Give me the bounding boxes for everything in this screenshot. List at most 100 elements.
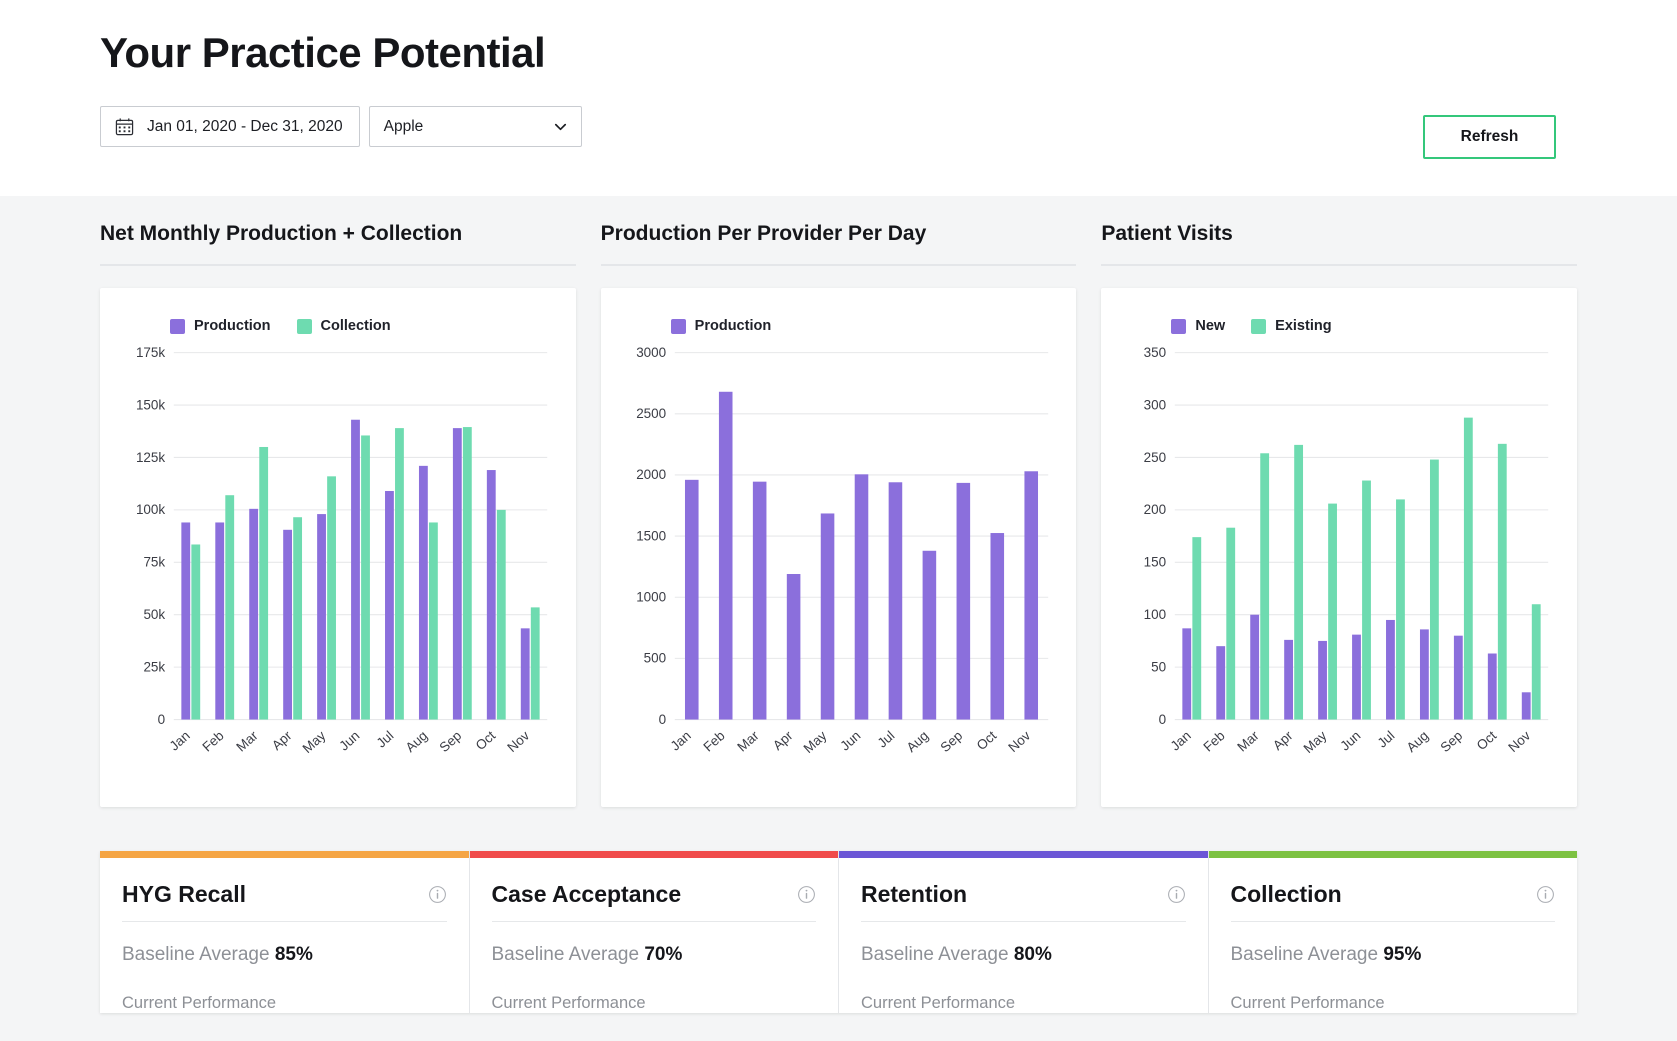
bar[interactable] [1454,636,1463,720]
info-icon[interactable] [428,885,447,904]
bar[interactable] [181,522,190,719]
bar[interactable] [1362,481,1371,720]
bar[interactable] [786,574,800,720]
kpi-current-label: Current Performance [492,994,817,1013]
bar[interactable] [1295,445,1304,720]
bar[interactable] [225,495,234,719]
bar[interactable] [463,427,472,719]
bar[interactable] [191,544,200,719]
chart-card: Production 050010001500200025003000JanFe… [601,288,1077,807]
x-axis-tick-label: Jun [336,728,362,754]
bar[interactable] [719,392,733,720]
legend-item[interactable]: New [1171,318,1225,334]
bar[interactable] [1352,635,1361,720]
bar[interactable] [1532,604,1541,719]
charts-row: Net Monthly Production + Collection Prod… [100,222,1577,807]
bar[interactable] [1498,444,1507,720]
bar[interactable] [1318,641,1327,720]
bar[interactable] [1183,628,1192,719]
x-axis-tick-label: Aug [903,728,931,755]
bar[interactable] [361,435,370,719]
x-axis-tick-label: Feb [700,728,727,755]
bar[interactable] [1464,418,1473,720]
bar[interactable] [956,483,970,720]
info-icon[interactable] [1167,885,1186,904]
bar[interactable] [888,482,902,719]
bar[interactable] [419,466,428,720]
legend-swatch-icon [1171,319,1186,334]
y-axis-tick-label: 50k [143,607,165,622]
chevron-down-icon [553,119,568,134]
kpi-row: HYG RecallBaseline Average 85%Current Pe… [100,851,1577,1013]
bar[interactable] [327,476,336,719]
x-axis-tick-label: Jan [1168,728,1194,754]
charts-region: Net Monthly Production + Collection Prod… [0,222,1677,807]
bar[interactable] [1396,499,1405,719]
bar[interactable] [753,482,767,720]
x-axis-tick-label: Jan [667,728,693,754]
bar[interactable] [487,470,496,720]
chart-legend: New Existing [1123,318,1555,334]
bar[interactable] [497,510,506,720]
x-axis-tick-label: Nov [1005,728,1033,755]
chart-heading: Production Per Provider Per Day [601,222,1077,266]
bar[interactable] [259,447,268,720]
date-range-picker[interactable]: Jan 01, 2020 - Dec 31, 2020 [100,106,360,147]
kpi-current-label: Current Performance [1231,994,1556,1013]
legend-item[interactable]: Existing [1251,318,1331,334]
legend-item[interactable]: Production [671,318,772,334]
bar[interactable] [283,530,292,720]
bar[interactable] [1488,654,1497,720]
kpi-baseline: Baseline Average 80% [861,944,1186,966]
bar[interactable] [249,509,258,720]
bar[interactable] [1328,504,1337,720]
bar[interactable] [1285,640,1294,720]
info-icon[interactable] [797,885,816,904]
bar[interactable] [685,480,699,720]
bar[interactable] [1522,692,1531,719]
bar[interactable] [531,607,540,719]
x-axis-tick-label: Oct [473,728,499,753]
y-axis-tick-label: 2000 [636,467,666,482]
bar[interactable] [385,491,394,720]
y-axis-tick-label: 2500 [636,406,666,421]
kpi-accent-bar [100,851,469,858]
bar[interactable] [1261,453,1270,719]
kpi-region: HYG RecallBaseline Average 85%Current Pe… [0,851,1677,1013]
bar[interactable] [854,474,868,719]
bar[interactable] [521,628,530,719]
bar[interactable] [395,428,404,719]
page-title: Your Practice Potential [100,28,1677,78]
legend-label: Production [194,318,271,334]
bar[interactable] [293,517,302,719]
chart-legend: Production [623,318,1055,334]
bar[interactable] [351,420,360,720]
bar[interactable] [990,533,1004,720]
legend-label: Collection [321,318,391,334]
kpi-card: CollectionBaseline Average 95%Current Pe… [1208,851,1578,1013]
bar[interactable] [1420,629,1429,719]
bar[interactable] [215,522,224,719]
bar[interactable] [429,522,438,719]
bar[interactable] [1386,620,1395,720]
kpi-card: Case AcceptanceBaseline Average 70%Curre… [469,851,839,1013]
refresh-button[interactable]: Refresh [1423,115,1556,159]
bar[interactable] [317,514,326,719]
kpi-baseline-label: Baseline Average [122,944,270,965]
bar[interactable] [1217,646,1226,719]
bar[interactable] [1430,460,1439,720]
y-axis-tick-label: 25k [143,659,165,674]
bar[interactable] [1024,471,1038,719]
bar[interactable] [1193,537,1202,719]
bar[interactable] [1227,528,1236,720]
info-icon[interactable] [1536,885,1555,904]
legend-item[interactable]: Production [170,318,271,334]
legend-item[interactable]: Collection [297,318,391,334]
x-axis-tick-label: Jun [837,728,863,754]
provider-select[interactable]: Apple [369,106,582,147]
bar[interactable] [820,513,834,719]
bar[interactable] [1251,615,1260,720]
x-axis-tick-label: Feb [1201,728,1228,755]
bar[interactable] [922,551,936,720]
bar[interactable] [453,428,462,719]
